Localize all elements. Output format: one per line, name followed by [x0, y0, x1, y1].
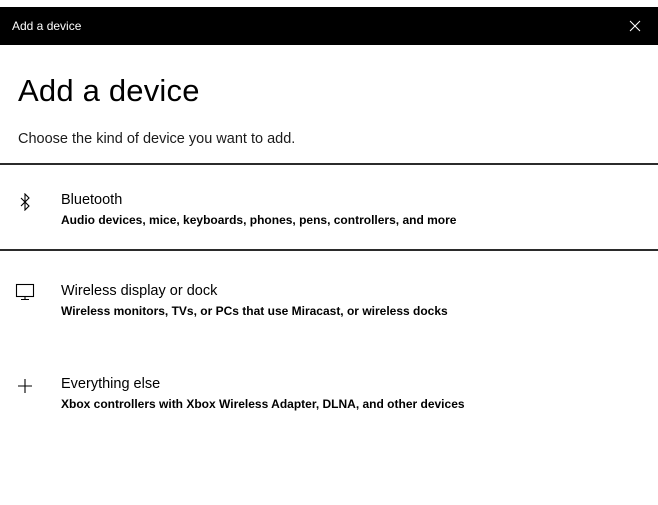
- bluetooth-icon: [15, 192, 35, 212]
- option-description: Audio devices, mice, keyboards, phones, …: [61, 213, 457, 227]
- option-description: Xbox controllers with Xbox Wireless Adap…: [61, 397, 465, 411]
- window-top-edge: [0, 0, 658, 7]
- option-bluetooth[interactable]: Bluetooth Audio devices, mice, keyboards…: [0, 163, 658, 251]
- page-title: Add a device: [18, 73, 200, 108]
- close-icon: [629, 20, 641, 32]
- window-title: Add a device: [12, 19, 82, 33]
- option-label: Everything else: [61, 376, 161, 392]
- option-description: Wireless monitors, TVs, or PCs that use …: [61, 304, 448, 318]
- option-wireless-display[interactable]: Wireless display or dock Wireless monito…: [0, 262, 658, 350]
- monitor-icon: [15, 282, 35, 302]
- title-bar: Add a device: [0, 7, 658, 45]
- option-label: Bluetooth: [61, 192, 123, 208]
- page-subtitle: Choose the kind of device you want to ad…: [18, 131, 296, 147]
- close-button[interactable]: [612, 7, 658, 45]
- option-everything-else[interactable]: Everything else Xbox controllers with Xb…: [0, 356, 658, 444]
- plus-icon: [15, 376, 35, 396]
- option-label: Wireless display or dock: [61, 283, 218, 299]
